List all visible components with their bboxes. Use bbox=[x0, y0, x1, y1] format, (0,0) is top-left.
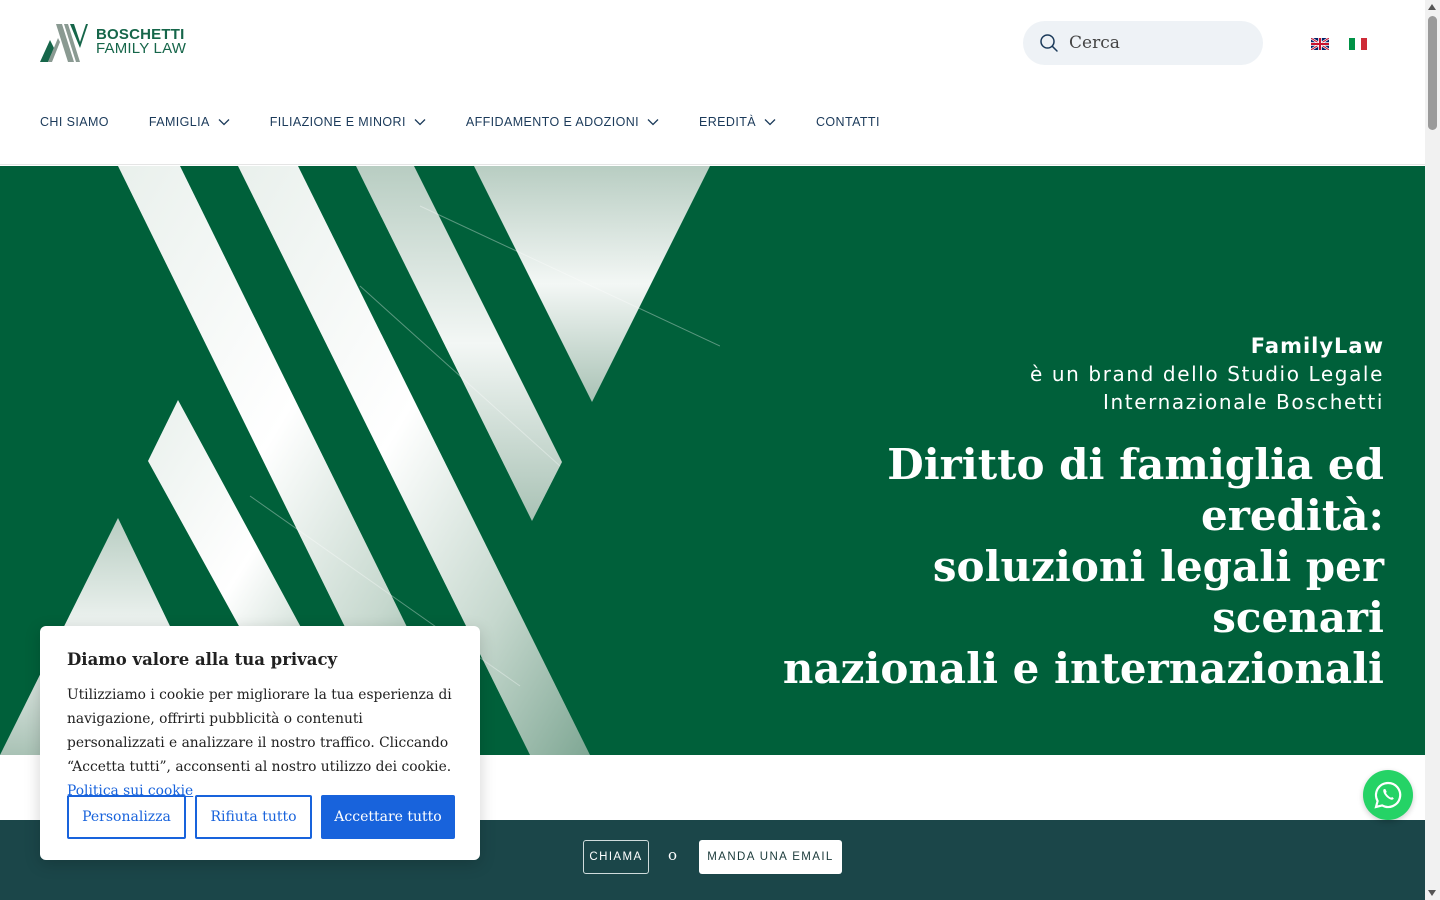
scrollbar-thumb[interactable] bbox=[1428, 16, 1437, 130]
logo-mark-icon bbox=[40, 24, 88, 62]
chevron-down-icon bbox=[647, 119, 659, 126]
chevron-down-icon bbox=[218, 119, 230, 126]
cookie-description: Utilizziamo i cookie per migliorare la t… bbox=[67, 687, 452, 775]
whatsapp-button[interactable] bbox=[1363, 770, 1413, 820]
send-email-button[interactable]: MANDA UNA EMAIL bbox=[699, 840, 842, 874]
cookie-consent-banner: Diamo valore alla tua privacy Utilizziam… bbox=[40, 626, 480, 860]
scroll-down-arrow-icon[interactable] bbox=[1428, 890, 1436, 896]
logo[interactable]: BOSCHETTI FAMILY LAW bbox=[40, 22, 186, 62]
search-icon bbox=[1040, 34, 1058, 52]
accept-all-button[interactable]: Accettare tutto bbox=[321, 795, 455, 839]
customize-button[interactable]: Personalizza bbox=[67, 795, 186, 839]
chevron-down-icon bbox=[414, 119, 426, 126]
nav-item-label: FAMIGLIA bbox=[148, 115, 210, 129]
nav-item-chi-siamo[interactable]: CHI SIAMO bbox=[40, 115, 109, 129]
brand-subtitle-line1: è un brand dello Studio Legale bbox=[1030, 362, 1384, 386]
hero-brand-block: FamilyLaw è un brand dello Studio Legale… bbox=[1030, 332, 1384, 416]
main-nav: CHI SIAMO FAMIGLIA FILIAZIONE E MINORI A… bbox=[40, 115, 920, 129]
site-header: BOSCHETTI FAMILY LAW CHI SIAMO FAMIGLIA … bbox=[0, 0, 1425, 165]
whatsapp-icon bbox=[1374, 781, 1402, 809]
cookie-title: Diamo valore alla tua privacy bbox=[67, 650, 338, 669]
italy-flag-icon[interactable] bbox=[1349, 38, 1367, 50]
nav-item-eredita[interactable]: EREDITÀ bbox=[699, 115, 776, 129]
nav-item-affidamento-e-adozioni[interactable]: AFFIDAMENTO E ADOZIONI bbox=[466, 115, 659, 129]
nav-item-label: EREDITÀ bbox=[699, 115, 756, 129]
search-bar[interactable] bbox=[1023, 21, 1263, 65]
hero-headline-line2: soluzioni legali per scenari bbox=[932, 542, 1384, 642]
brand-subtitle-line2: Internazionale Boschetti bbox=[1103, 390, 1384, 414]
scroll-up-arrow-icon[interactable] bbox=[1428, 4, 1436, 10]
cookie-buttons: Personalizza Rifiuta tutto Accettare tut… bbox=[67, 795, 455, 839]
nav-item-famiglia[interactable]: FAMIGLIA bbox=[149, 115, 230, 129]
hero-headline-line1: Diritto di famiglia ed eredità: bbox=[887, 440, 1384, 540]
brand-title: FamilyLaw bbox=[1250, 334, 1384, 358]
reject-all-button[interactable]: Rifiuta tutto bbox=[195, 795, 312, 839]
logo-line2: FAMILY LAW bbox=[96, 40, 187, 57]
nav-item-label: AFFIDAMENTO E ADOZIONI bbox=[465, 115, 640, 129]
cookie-text: Utilizziamo i cookie per migliorare la t… bbox=[67, 683, 453, 803]
nav-item-label: FILIAZIONE E MINORI bbox=[269, 115, 406, 129]
nav-item-filiazione-e-minori[interactable]: FILIAZIONE E MINORI bbox=[270, 115, 426, 129]
nav-item-contatti[interactable]: CONTATTI bbox=[816, 115, 880, 129]
nav-item-label: CHI SIAMO bbox=[40, 115, 109, 129]
chevron-down-icon bbox=[764, 119, 776, 126]
hero-headline-line3: nazionali e internazionali bbox=[782, 644, 1384, 693]
cta-or-label: o bbox=[668, 846, 678, 864]
call-button[interactable]: CHIAMA bbox=[583, 840, 649, 874]
page-scrollbar[interactable] bbox=[1425, 0, 1440, 900]
hero-headline: Diritto di famiglia ed eredità: soluzion… bbox=[764, 439, 1384, 694]
nav-item-label: CONTATTI bbox=[816, 115, 880, 129]
search-input[interactable] bbox=[1069, 33, 1239, 53]
uk-flag-icon[interactable] bbox=[1311, 38, 1329, 50]
